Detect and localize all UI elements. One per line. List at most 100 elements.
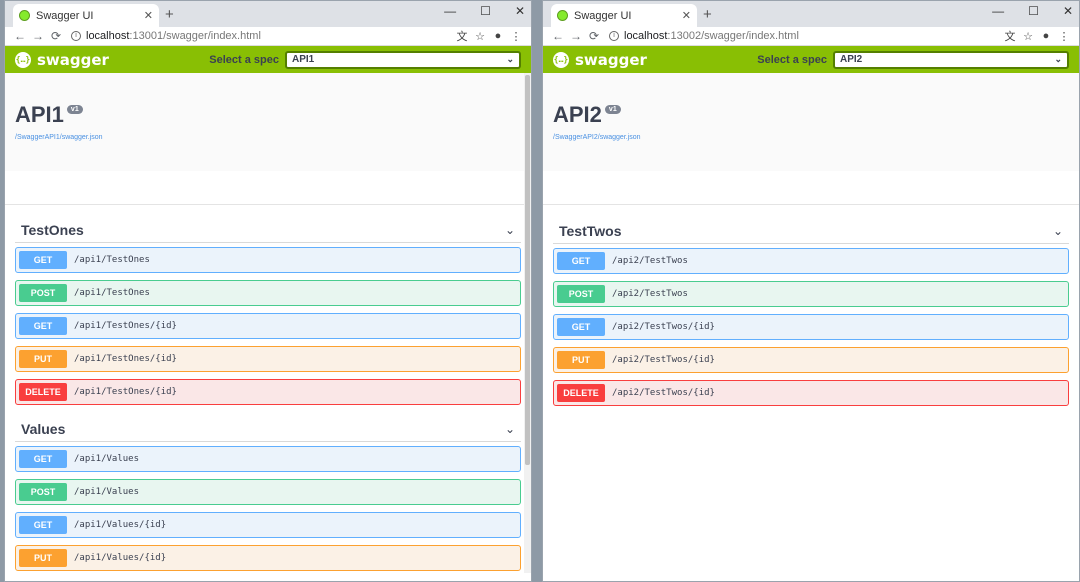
operation-block[interactable]: GET/api2/TestTwos <box>553 248 1069 274</box>
scheme-container <box>543 171 1079 205</box>
close-tab-icon[interactable]: ✕ <box>682 9 691 22</box>
operation-path: /api2/TestTwos <box>612 256 688 266</box>
address-bar[interactable]: i localhost :13001/swagger/index.html <box>71 30 447 42</box>
http-method-badge: PUT <box>557 351 605 369</box>
browser-toolbar: ← → ⟳ i localhost :13001/swagger/index.h… <box>5 27 531 46</box>
minimize-icon[interactable]: — <box>992 4 1004 18</box>
http-method-badge: POST <box>557 285 605 303</box>
minimize-icon[interactable]: — <box>444 4 456 18</box>
swagger-favicon-icon <box>19 10 30 21</box>
version-badge: v1 <box>604 105 621 114</box>
tag-name: Values <box>21 420 66 437</box>
http-method-badge: GET <box>557 252 605 270</box>
bookmark-star-icon[interactable]: ☆ <box>1019 30 1037 43</box>
http-method-badge: POST <box>19 284 67 302</box>
back-arrow-icon[interactable]: ← <box>549 29 567 43</box>
api-title-block: API1 v1 <box>15 102 83 128</box>
menu-kebab-icon[interactable]: ⋮ <box>507 30 525 43</box>
chevron-down-icon: ⌄ <box>506 54 514 64</box>
spec-selector-dropdown[interactable]: API2 ⌄ <box>833 50 1069 69</box>
profile-icon[interactable]: ● <box>1037 30 1055 42</box>
swagger-logo-icon: {…} <box>15 51 31 68</box>
spec-selected-value: API1 <box>292 54 315 65</box>
profile-icon[interactable]: ● <box>489 30 507 42</box>
new-tab-icon[interactable]: + <box>703 6 712 23</box>
browser-toolbar: ← → ⟳ i localhost :13002/swagger/index.h… <box>543 27 1079 46</box>
site-info-icon[interactable]: i <box>609 31 619 41</box>
site-info-icon[interactable]: i <box>71 31 81 41</box>
operation-block[interactable]: PUT/api2/TestTwos/{id} <box>553 347 1069 373</box>
spec-selector-dropdown[interactable]: API1 ⌄ <box>285 50 521 69</box>
back-arrow-icon[interactable]: ← <box>11 29 29 43</box>
swagger-topbar: {…} swagger Select a spec API2 ⌄ <box>543 46 1079 73</box>
operation-block[interactable]: POST/api1/TestOnes <box>15 280 521 306</box>
maximize-icon[interactable]: ☐ <box>1028 4 1039 18</box>
http-method-badge: GET <box>19 516 67 534</box>
operation-block[interactable]: PUT/api1/Values/{id} <box>15 545 521 571</box>
new-tab-icon[interactable]: + <box>165 6 174 23</box>
operation-block[interactable]: POST/api1/Values <box>15 479 521 505</box>
operation-path: /api1/TestOnes/{id} <box>74 387 177 397</box>
scrollbar-thumb[interactable] <box>525 75 530 465</box>
operation-path: /api1/TestOnes/{id} <box>74 354 177 364</box>
http-method-badge: PUT <box>19 549 67 567</box>
operation-path: /api2/TestTwos/{id} <box>612 322 715 332</box>
browser-tab[interactable]: Swagger UI ✕ <box>13 4 159 27</box>
menu-kebab-icon[interactable]: ⋮ <box>1055 30 1073 43</box>
swagger-logo-text: swagger <box>37 50 109 69</box>
swagger-favicon-icon <box>557 10 568 21</box>
reload-icon[interactable]: ⟳ <box>47 29 65 43</box>
spec-selector-label: Select a spec <box>209 53 279 66</box>
api-info: API2 v1 /SwaggerAPI2/swagger.json <box>543 73 1079 171</box>
reload-icon[interactable]: ⟳ <box>585 29 603 43</box>
translate-icon[interactable]: 文 <box>453 28 471 44</box>
close-window-icon[interactable]: ✕ <box>515 4 525 18</box>
translate-icon[interactable]: 文 <box>1001 28 1019 44</box>
url-path: :13001/swagger/index.html <box>129 30 261 42</box>
browser-tab[interactable]: Swagger UI ✕ <box>551 4 697 27</box>
spec-selector-label: Select a spec <box>757 53 827 66</box>
operation-path: /api2/TestTwos/{id} <box>612 355 715 365</box>
operation-block[interactable]: GET/api1/Values/{id} <box>15 512 521 538</box>
operation-block[interactable]: DELETE/api1/TestOnes/{id} <box>15 379 521 405</box>
operations-section: TestOnes ⌄ GET/api1/TestOnes POST/api1/Test… <box>5 205 531 581</box>
tag-name: TestTwos <box>559 222 622 239</box>
operation-block[interactable]: GET/api1/TestOnes/{id} <box>15 313 521 339</box>
page-scrollbar[interactable] <box>524 73 531 573</box>
bookmark-star-icon[interactable]: ☆ <box>471 30 489 43</box>
chevron-down-icon[interactable]: ⌄ <box>1053 224 1063 238</box>
forward-arrow-icon[interactable]: → <box>567 29 585 43</box>
close-window-icon[interactable]: ✕ <box>1063 4 1073 18</box>
http-method-badge: POST <box>19 483 67 501</box>
forward-arrow-icon[interactable]: → <box>29 29 47 43</box>
operation-block[interactable]: GET/api2/TestTwos/{id} <box>553 314 1069 340</box>
tab-strip: Swagger UI ✕ + — ☐ ✕ <box>543 1 1079 27</box>
spec-url-link[interactable]: /SwaggerAPI1/swagger.json <box>15 134 103 141</box>
maximize-icon[interactable]: ☐ <box>480 4 491 18</box>
operation-path: /api1/Values <box>74 487 140 497</box>
spec-selected-value: API2 <box>840 54 863 65</box>
chevron-down-icon[interactable]: ⌄ <box>505 422 515 436</box>
api-info: API1 v1 /SwaggerAPI1/swagger.json <box>5 73 531 171</box>
operation-block[interactable]: GET/api1/TestOnes <box>15 247 521 273</box>
url-host: localhost <box>86 30 130 42</box>
operation-path: /api1/Values/{id} <box>74 553 167 563</box>
tag-spacer <box>553 413 1069 417</box>
browser-window-api2: Swagger UI ✕ + — ☐ ✕ ← → ⟳ i localhost :… <box>542 0 1080 582</box>
spec-url-link[interactable]: /SwaggerAPI2/swagger.json <box>553 134 641 141</box>
close-tab-icon[interactable]: ✕ <box>144 9 153 22</box>
tag-section-header[interactable]: Values ⌄ <box>15 416 521 442</box>
tab-title: Swagger UI <box>36 9 94 22</box>
operation-block[interactable]: POST/api2/TestTwos <box>553 281 1069 307</box>
operation-block[interactable]: DELETE/api2/TestTwos/{id} <box>553 380 1069 406</box>
tag-name: TestOnes <box>21 221 84 238</box>
operation-block[interactable]: PUT/api1/TestOnes/{id} <box>15 346 521 372</box>
swagger-logo-text: swagger <box>575 50 647 69</box>
address-bar[interactable]: i localhost :13002/swagger/index.html <box>609 30 995 42</box>
tag-section-header[interactable]: TestTwos ⌄ <box>553 218 1069 244</box>
chevron-down-icon[interactable]: ⌄ <box>505 223 515 237</box>
tag-section-header[interactable]: TestOnes ⌄ <box>15 217 521 243</box>
http-method-badge: DELETE <box>19 383 67 401</box>
operation-block[interactable]: GET/api1/Values <box>15 446 521 472</box>
api-title: API2 <box>553 102 602 127</box>
